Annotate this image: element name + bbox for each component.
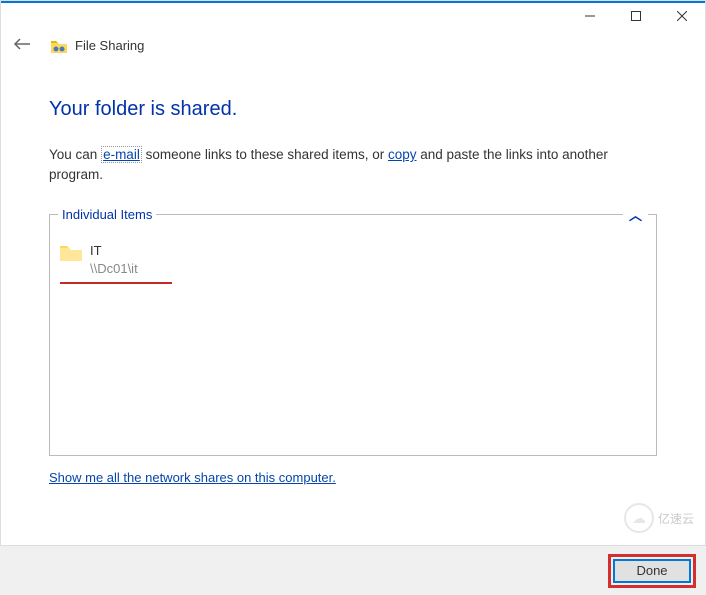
item-name: IT xyxy=(90,242,138,260)
show-all-shares-link[interactable]: Show me all the network shares on this c… xyxy=(49,470,657,485)
individual-items-section: Individual Items ︿ IT \\Dc01\it xyxy=(49,214,657,456)
page-heading: Your folder is shared. xyxy=(49,98,657,121)
annotation-highlight: Done xyxy=(608,554,696,588)
header-bar: File Sharing xyxy=(1,29,705,66)
section-title: Individual Items xyxy=(58,207,156,222)
copy-link[interactable]: copy xyxy=(388,147,417,162)
minimize-button[interactable] xyxy=(567,3,613,29)
chevron-up-icon[interactable]: ︿ xyxy=(623,205,648,224)
maximize-button[interactable] xyxy=(613,3,659,29)
done-button[interactable]: Done xyxy=(613,559,691,583)
item-path: \\Dc01\it xyxy=(90,260,138,278)
folder-share-icon xyxy=(51,39,67,53)
back-arrow-icon[interactable] xyxy=(13,35,31,56)
cloud-icon: ☁ xyxy=(624,503,654,533)
watermark: ☁ 亿速云 xyxy=(624,503,694,533)
window-titlebar xyxy=(1,3,705,29)
window-title: File Sharing xyxy=(75,38,144,53)
list-item[interactable]: IT \\Dc01\it xyxy=(60,242,646,278)
annotation-underline xyxy=(60,282,172,284)
instruction-text: You can e-mail someone links to these sh… xyxy=(49,145,657,186)
email-link[interactable]: e-mail xyxy=(101,146,142,163)
footer-bar: Done xyxy=(0,545,706,595)
main-content: Your folder is shared. You can e-mail so… xyxy=(1,66,705,495)
folder-icon xyxy=(60,243,82,261)
close-button[interactable] xyxy=(659,3,705,29)
